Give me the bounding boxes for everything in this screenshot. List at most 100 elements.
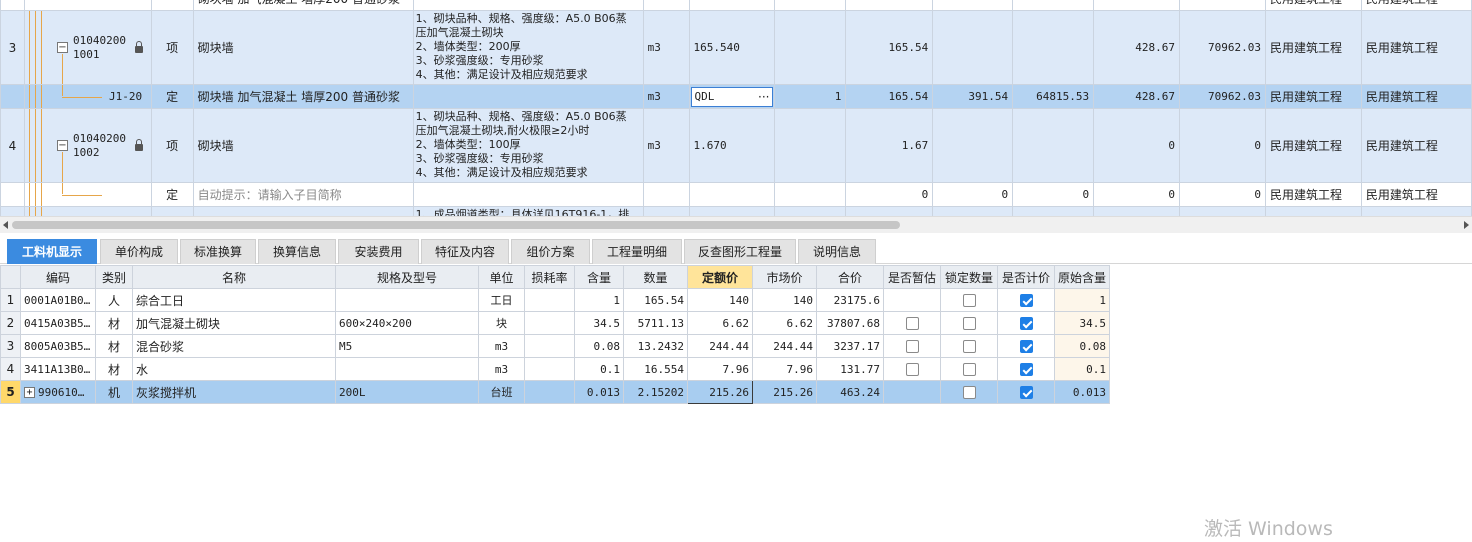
tab-3[interactable]: 换算信息 <box>258 239 336 264</box>
scrollbar-thumb[interactable] <box>12 221 900 229</box>
resource-name-cell[interactable]: 综合工日 <box>132 288 336 312</box>
spec-cell[interactable] <box>335 288 479 312</box>
tab-0[interactable]: 工料机显示 <box>7 239 97 264</box>
code-cell[interactable]: −01040200 1001 <box>23 10 152 85</box>
feature-cell[interactable]: 1、砌块品种、规格、强度级：A5.0 B06蒸 压加气混凝土砌块 2、墙体类型：20… <box>412 10 644 85</box>
loss-rate-cell[interactable] <box>524 311 575 335</box>
spec-cell[interactable]: 200L <box>335 380 479 404</box>
bill-item-row[interactable]: 4−01040200 1002 项砌块墙 1、砌块品种、规格、强度级：A5.0 B06… <box>0 108 1472 183</box>
priced-checkbox-cell[interactable] <box>997 311 1055 335</box>
bill-item-row[interactable]: 3−01040200 1001 项砌块墙 1、砌块品种、规格、强度级：A5.0 B06… <box>0 10 1472 85</box>
quantity-expression-input[interactable]: QDL ··· <box>690 86 774 107</box>
column-header[interactable]: 含量 <box>574 265 624 289</box>
content-cell[interactable]: 0.1 <box>574 357 624 381</box>
priced-checkbox-cell[interactable] <box>997 288 1055 312</box>
checked-checkbox-icon[interactable] <box>1019 363 1033 376</box>
checkbox-icon[interactable] <box>905 363 919 376</box>
column-header[interactable]: 锁定数量 <box>940 265 998 289</box>
bill-item-row[interactable]: 1、成品烟道类型：具体详见16T916-1，排 <box>0 206 1472 216</box>
column-header[interactable]: 是否计价 <box>997 265 1055 289</box>
content-cell[interactable]: 1 <box>574 288 624 312</box>
checked-checkbox-icon[interactable] <box>1019 340 1033 353</box>
resource-code-cell[interactable]: 0415A03B5… <box>20 311 96 335</box>
resource-name-cell[interactable]: 加气混凝土砌块 <box>132 311 336 335</box>
estimate-checkbox-cell[interactable] <box>883 357 941 381</box>
quantity-cell[interactable]: 165.54 <box>623 288 688 312</box>
quota-price-cell[interactable]: 140 <box>687 288 753 312</box>
tab-1[interactable]: 单价构成 <box>100 239 178 264</box>
lock-quantity-checkbox-cell[interactable] <box>940 311 998 335</box>
checked-checkbox-icon[interactable] <box>1019 386 1033 399</box>
spec-cell[interactable] <box>335 357 479 381</box>
scroll-right-icon[interactable] <box>1464 221 1469 229</box>
name-cell[interactable]: 砌块墙 加气混凝土 墙厚200 普通砂浆 <box>192 84 414 109</box>
quota-row[interactable]: 定自动提示：请输入子目简称 0 0 0 0 0 民用建筑工程 民用建筑工程 <box>0 182 1472 207</box>
quantity-cell[interactable]: 2.15202 <box>623 380 688 404</box>
quantity-expression-cell[interactable]: QDL ··· <box>688 84 776 109</box>
code-cell[interactable]: J1-20 <box>23 84 152 109</box>
checkbox-icon[interactable] <box>905 317 919 330</box>
code-cell[interactable] <box>23 182 152 207</box>
estimate-checkbox-cell[interactable] <box>883 311 941 335</box>
spec-cell[interactable]: 600×240×200 <box>335 311 479 335</box>
resource-row[interactable]: 5 +990610… 机灰浆搅拌机 200L 台班 0.013 2.15202 215.26 2… <box>0 380 1111 404</box>
resource-row[interactable]: 3 8005A03B5… 材混合砂浆 M5 m3 0.08 13.2432 244.44 244… <box>0 334 1111 358</box>
checkbox-icon[interactable] <box>962 386 976 399</box>
column-header[interactable]: 损耗率 <box>524 265 575 289</box>
quantity-cell[interactable]: 5711.13 <box>623 311 688 335</box>
column-header[interactable]: 原始含量 <box>1053 265 1111 289</box>
column-header[interactable]: 名称 <box>132 265 336 289</box>
market-price-cell[interactable]: 6.62 <box>752 311 817 335</box>
quantity-cell[interactable]: 16.554 <box>623 357 688 381</box>
tab-6[interactable]: 组价方案 <box>511 239 590 264</box>
quantity-cell[interactable]: 13.2432 <box>623 334 688 358</box>
loss-rate-cell[interactable] <box>524 357 575 381</box>
column-header[interactable]: 类别 <box>95 265 133 289</box>
checkbox-icon[interactable] <box>962 317 976 330</box>
market-price-cell[interactable]: 244.44 <box>752 334 817 358</box>
quantity-expression-cell[interactable]: 1.670 <box>688 108 776 183</box>
quota-price-cell[interactable]: 244.44 <box>687 334 753 358</box>
lock-quantity-checkbox-cell[interactable] <box>940 357 998 381</box>
tab-9[interactable]: 说明信息 <box>798 239 876 264</box>
estimate-checkbox-cell[interactable] <box>883 334 941 358</box>
expand-icon[interactable]: + <box>24 387 35 398</box>
feature-cell[interactable]: 1、成品烟道类型：具体详见16T916-1，排 <box>412 206 644 216</box>
tab-2[interactable]: 标准换算 <box>180 239 256 264</box>
resource-code-cell[interactable]: +990610… <box>20 380 96 404</box>
checkbox-icon[interactable] <box>905 340 919 353</box>
horizontal-scrollbar[interactable] <box>0 216 1472 233</box>
ellipsis-button[interactable]: ··· <box>758 90 769 104</box>
feature-cell[interactable] <box>412 84 644 109</box>
name-cell[interactable]: 砌块墙 <box>192 108 414 183</box>
feature-cell[interactable]: 1、砌块品种、规格、强度级：A5.0 B06蒸 压加气混凝土砌块,耐火极限≥2小时… <box>412 108 644 183</box>
checked-checkbox-icon[interactable] <box>1019 294 1033 307</box>
column-header[interactable]: 定额价 <box>687 265 753 289</box>
quota-price-cell[interactable]: 7.96 <box>687 357 753 381</box>
resource-name-cell[interactable]: 混合砂浆 <box>132 334 336 358</box>
content-cell[interactable]: 0.013 <box>574 380 624 404</box>
priced-checkbox-cell[interactable] <box>997 334 1055 358</box>
lock-quantity-checkbox-cell[interactable] <box>940 380 998 404</box>
resource-row[interactable]: 1 0001A01B0… 人综合工日 工日 1 165.54 140 140 23175.6 1 <box>0 288 1111 312</box>
checkbox-icon[interactable] <box>962 294 976 307</box>
column-header[interactable]: 规格及型号 <box>335 265 479 289</box>
content-cell[interactable]: 34.5 <box>574 311 624 335</box>
checkbox-icon[interactable] <box>962 340 976 353</box>
name-cell[interactable] <box>192 206 414 216</box>
market-price-cell[interactable]: 215.26 <box>752 380 817 404</box>
lock-quantity-checkbox-cell[interactable] <box>940 288 998 312</box>
lock-quantity-checkbox-cell[interactable] <box>940 334 998 358</box>
market-price-cell[interactable]: 7.96 <box>752 357 817 381</box>
resource-code-cell[interactable]: 3411A13B0… <box>20 357 96 381</box>
loss-rate-cell[interactable] <box>524 380 575 404</box>
collapse-icon[interactable]: − <box>56 42 68 53</box>
tab-4[interactable]: 安装费用 <box>338 239 419 264</box>
quantity-expression-cell[interactable] <box>688 182 776 207</box>
content-cell[interactable]: 0.08 <box>574 334 624 358</box>
loss-rate-cell[interactable] <box>524 288 575 312</box>
name-cell[interactable]: 砌块墙 <box>192 10 414 85</box>
column-header[interactable]: 编码 <box>20 265 96 289</box>
column-header[interactable]: 是否暂估 <box>883 265 941 289</box>
tab-5[interactable]: 特征及内容 <box>421 239 509 264</box>
